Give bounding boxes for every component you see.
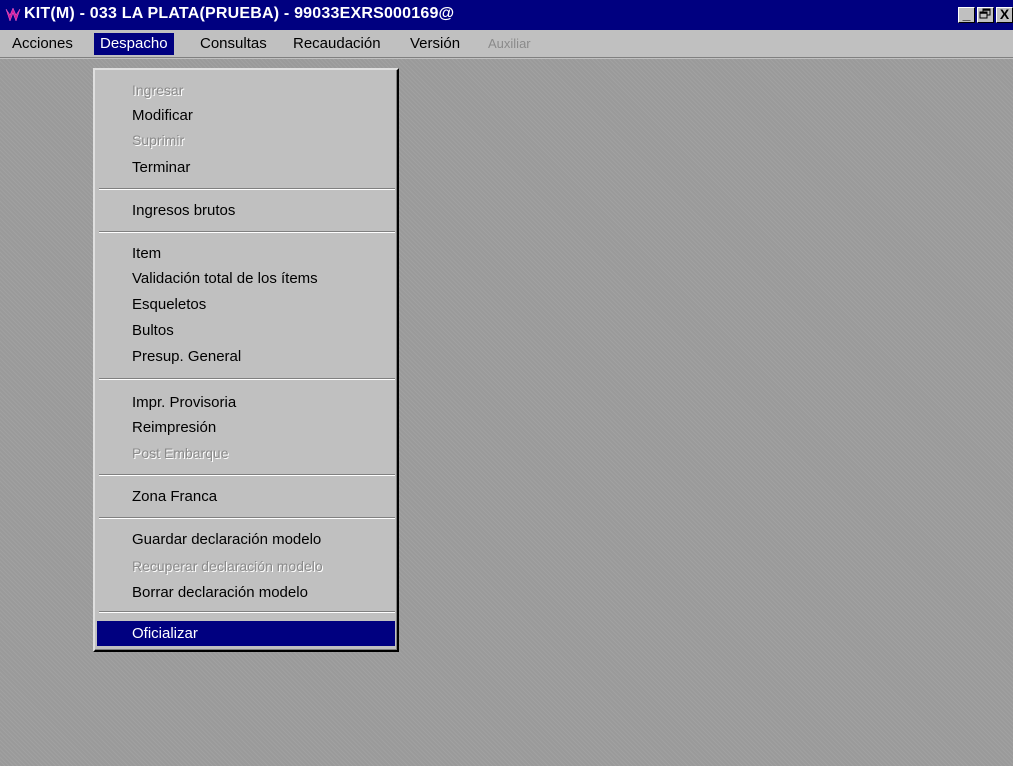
menu-auxiliar: Auxiliar — [488, 36, 531, 51]
restore-button[interactable] — [977, 7, 994, 23]
menu-item-post-embarque: Post Embarque — [132, 445, 229, 461]
close-icon: X — [999, 7, 1010, 22]
menu-item-oficializar[interactable]: Oficializar — [97, 621, 395, 646]
menu-item-recuperar-declaracion: Recuperar declaración modelo — [132, 558, 323, 574]
menu-item-impr-provisoria[interactable]: Impr. Provisoria — [97, 390, 395, 415]
menu-separator — [99, 517, 395, 519]
menu-version[interactable]: Versión — [404, 33, 466, 55]
menu-item-reimpresion[interactable]: Reimpresión — [97, 415, 395, 440]
despacho-dropdown-menu: Ingresar Modificar Suprimir Terminar Ing… — [93, 68, 399, 652]
menu-recaudacion[interactable]: Recaudación — [287, 33, 387, 55]
menu-separator — [99, 611, 395, 613]
minimize-icon: _ — [962, 7, 971, 22]
menu-item-guardar-declaracion[interactable]: Guardar declaración modelo — [97, 527, 395, 552]
menu-separator — [99, 231, 395, 233]
menu-despacho[interactable]: Despacho — [94, 33, 174, 55]
window-title: KIT(M) - 033 LA PLATA(PRUEBA) - 99033EXR… — [24, 5, 455, 22]
menu-item-esqueletos[interactable]: Esqueletos — [97, 292, 395, 317]
menu-bar: Acciones Despacho Consultas Recaudación … — [0, 30, 1013, 58]
menu-item-zona-franca[interactable]: Zona Franca — [97, 484, 395, 509]
close-button[interactable]: X — [996, 7, 1013, 23]
menu-item-validacion-total[interactable]: Validación total de los ítems — [97, 266, 395, 291]
menu-item-bultos[interactable]: Bultos — [97, 318, 395, 343]
title-bar[interactable]: KIT(M) - 033 LA PLATA(PRUEBA) - 99033EXR… — [0, 0, 1013, 30]
minimize-button[interactable]: _ — [958, 7, 975, 23]
restore-icon — [979, 8, 991, 19]
menu-separator — [99, 474, 395, 476]
menu-item-ingresar: Ingresar — [132, 82, 184, 98]
menu-separator — [99, 188, 395, 190]
menu-item-item[interactable]: Item — [97, 241, 395, 266]
menu-item-ingresos-brutos[interactable]: Ingresos brutos — [97, 198, 395, 223]
menu-consultas[interactable]: Consultas — [194, 33, 273, 55]
menu-separator — [99, 378, 395, 380]
menu-item-presup-general[interactable]: Presup. General — [97, 344, 395, 369]
menu-item-borrar-declaracion[interactable]: Borrar declaración modelo — [97, 580, 395, 605]
menu-acciones[interactable]: Acciones — [6, 33, 79, 55]
menu-item-modificar[interactable]: Modificar — [97, 103, 395, 128]
menu-item-suprimir: Suprimir — [132, 132, 185, 148]
app-logo-icon — [5, 7, 21, 22]
menu-item-terminar[interactable]: Terminar — [97, 155, 395, 180]
